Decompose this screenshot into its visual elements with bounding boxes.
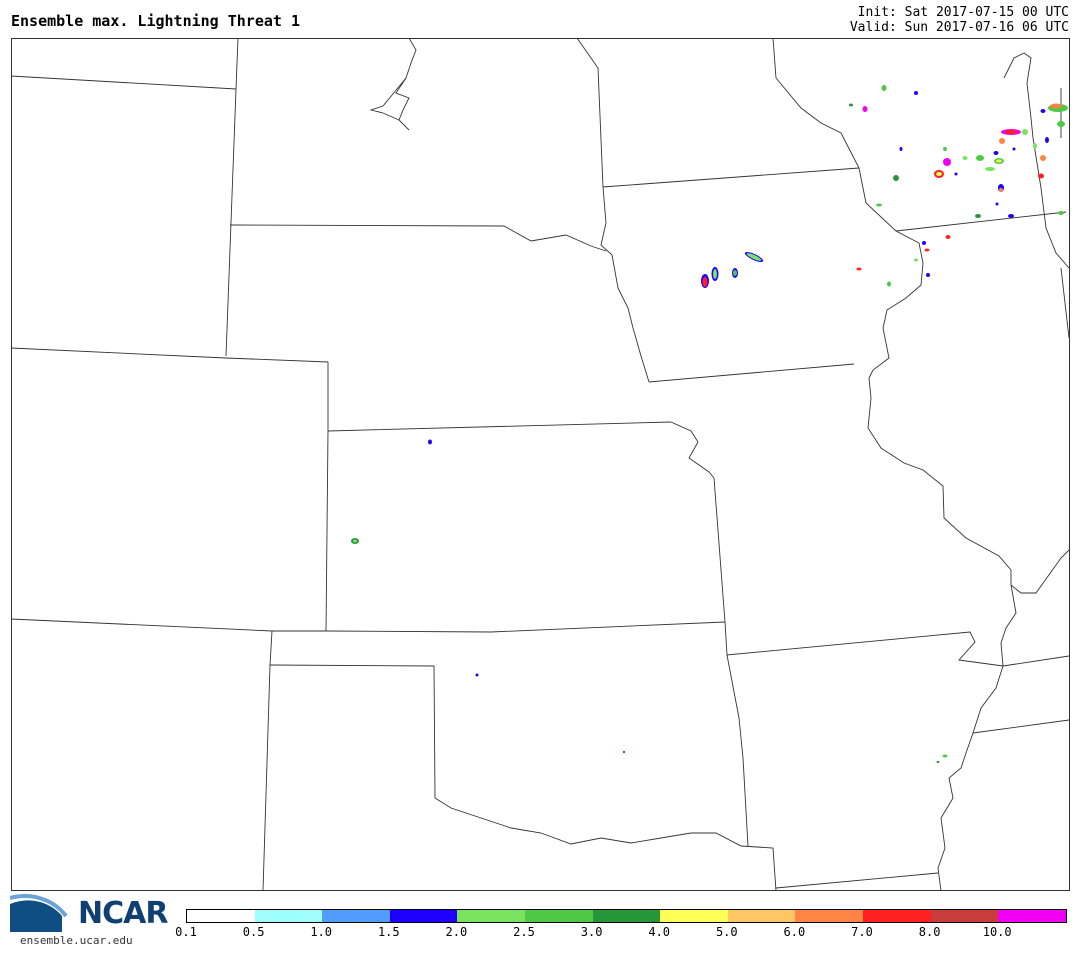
colorbar-segment — [592, 910, 661, 922]
map-panel — [11, 38, 1070, 891]
map-title: Ensemble max. Lightning Threat 1 — [11, 12, 300, 30]
colorbar-tick-label: 2.0 — [445, 925, 468, 939]
colorbar-tick-label: 8.0 — [918, 925, 941, 939]
colorbar-tick-label: 4.0 — [648, 925, 671, 939]
colorbar-tick-label: 0.1 — [175, 925, 197, 939]
colorbar-tick-label: 3.0 — [580, 925, 603, 939]
colorbar-segment — [795, 910, 863, 922]
colorbar-segment — [930, 910, 999, 922]
run-info: Init: Sat 2017-07-15 00 UTC Valid: Sun 2… — [850, 5, 1069, 35]
colorbar-tick-label: 5.0 — [715, 925, 738, 939]
colorbar-segment — [389, 910, 458, 922]
colorbar-segment — [524, 910, 593, 922]
colorbar-tick-label: 0.5 — [242, 925, 265, 939]
colorbar-segment — [660, 910, 728, 922]
colorbar-segment — [457, 910, 525, 922]
colorbar-tick-label: 7.0 — [851, 925, 873, 939]
colorbar-segment — [254, 910, 323, 922]
init-time: Init: Sat 2017-07-15 00 UTC — [857, 5, 1069, 20]
colorbar-tick-label: 1.5 — [377, 925, 400, 939]
colorbar-tick-label: 1.0 — [310, 925, 333, 939]
valid-time: Valid: Sun 2017-07-16 06 UTC — [849, 20, 1069, 35]
colorbar-segment — [862, 910, 931, 922]
colorbar-ticks: 0.1 0.5 1.0 1.5 2.0 2.5 3.0 4.0 5.0 6.0 7.0 8.0 10.0 — [0, 925, 1080, 941]
map-frame — [11, 38, 1070, 891]
colorbar-segment — [998, 910, 1066, 922]
colorbar-segment — [322, 910, 390, 922]
colorbar-segment — [727, 910, 796, 922]
colorbar-tick-label: 2.5 — [513, 925, 535, 939]
colorbar — [186, 909, 1067, 923]
colorbar-tick-label: 10.0 — [982, 925, 1012, 939]
colorbar-segment — [187, 910, 255, 922]
colorbar-tick-label: 6.0 — [783, 925, 806, 939]
